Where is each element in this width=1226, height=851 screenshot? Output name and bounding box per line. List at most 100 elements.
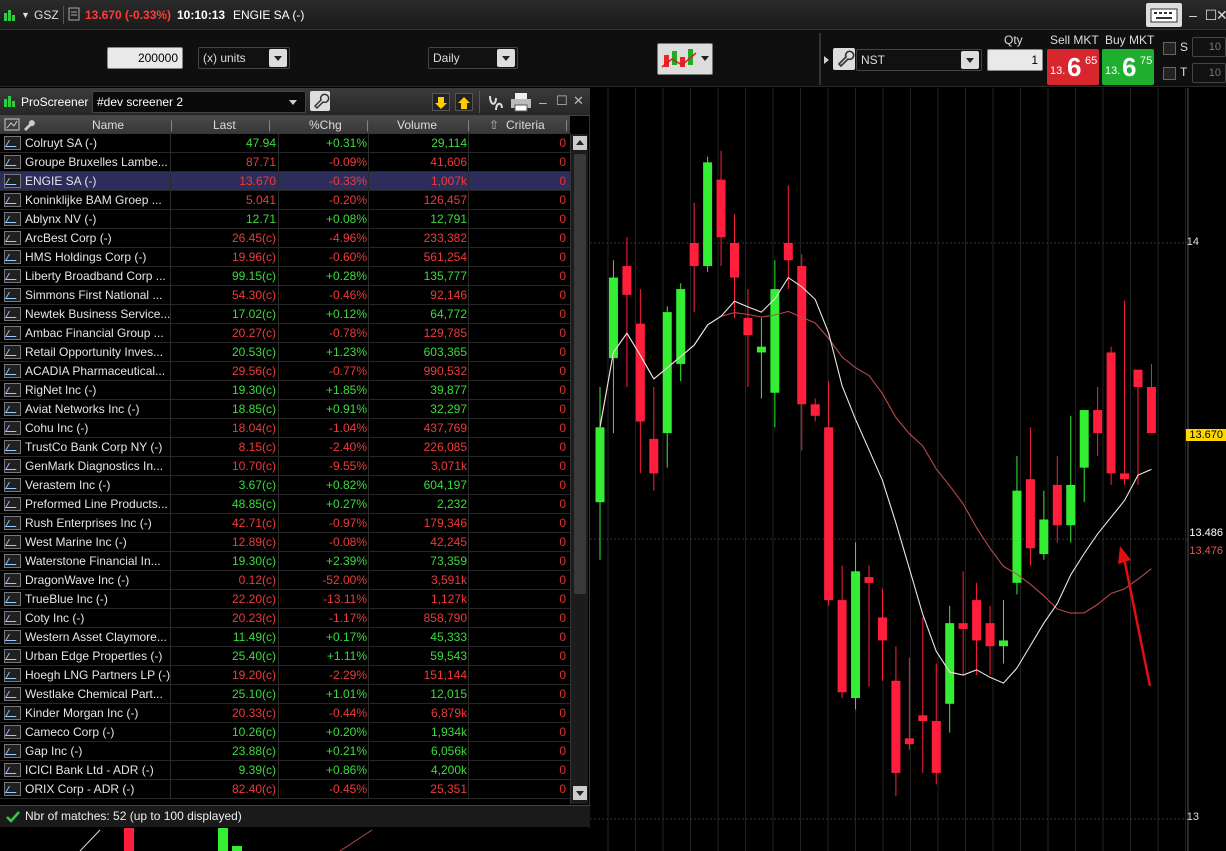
chevron-down-icon[interactable] <box>701 56 709 61</box>
chart-icon[interactable] <box>4 554 21 568</box>
symbol-label[interactable]: GSZ <box>34 8 59 22</box>
chart-icon[interactable] <box>4 630 21 644</box>
table-row[interactable]: RigNet Inc (-) 19.30(c) +1.85% 39,877 0 <box>0 381 570 400</box>
chart-icon[interactable] <box>4 307 21 321</box>
chart-icon[interactable] <box>4 193 21 207</box>
wrench-icon[interactable] <box>310 91 330 111</box>
printer-icon[interactable] <box>510 92 532 112</box>
screener-select[interactable]: #dev screener 2 <box>92 91 306 113</box>
minimize-icon[interactable]: – <box>539 94 547 110</box>
keyboard-icon[interactable] <box>1146 3 1182 27</box>
scroll-thumb[interactable] <box>574 154 586 594</box>
chart-icon[interactable] <box>4 421 21 435</box>
table-row[interactable]: Western Asset Claymore... 11.49(c) +0.17% 4… <box>0 628 570 647</box>
chart-icon[interactable] <box>4 288 21 302</box>
target-input[interactable]: 10 <box>1192 63 1226 83</box>
chart-icon[interactable] <box>4 136 21 150</box>
units-select[interactable]: (x) units <box>198 47 290 69</box>
table-row[interactable]: Liberty Broadband Corp ... 99.15(c) +0.28%… <box>0 267 570 286</box>
table-row[interactable]: Simmons First National ... 54.30(c) -0.46%… <box>0 286 570 305</box>
chart-icon[interactable] <box>4 592 21 606</box>
buy-market-button[interactable]: 13. 6 75 <box>1102 49 1154 85</box>
chart-icon[interactable] <box>4 497 21 511</box>
column-name[interactable]: Name <box>92 118 124 132</box>
table-row[interactable]: Retail Opportunity Inves... 20.53(c) +1.23… <box>0 343 570 362</box>
close-icon[interactable]: ✕ <box>573 93 584 109</box>
period-select[interactable]: Daily <box>428 47 518 69</box>
minimize-icon[interactable]: – <box>1184 6 1202 24</box>
table-row[interactable]: Cameco Corp (-) 10.26(c) +0.20% 1,934k 0 <box>0 723 570 742</box>
chart-icon[interactable] <box>4 231 21 245</box>
table-row[interactable]: Cohu Inc (-) 18.04(c) -1.04% 437,769 0 <box>0 419 570 438</box>
chart-icon[interactable] <box>4 687 21 701</box>
table-row[interactable]: ICICI Bank Ltd - ADR (-) 9.39(c) +0.86% 4,2… <box>0 761 570 780</box>
table-row[interactable]: Colruyt SA (-) 47.94 +0.31% 29,114 0 <box>0 134 570 153</box>
column-last[interactable]: Last <box>213 118 236 132</box>
table-row[interactable]: West Marine Inc (-) 12.89(c) -0.08% 42,245 0 <box>0 533 570 552</box>
chart-icon[interactable] <box>4 763 21 777</box>
chart-icon[interactable] <box>4 174 21 188</box>
table-row[interactable]: Kinder Morgan Inc (-) 20.33(c) -0.44% 6,879… <box>0 704 570 723</box>
table-row[interactable]: Groupe Bruxelles Lambe... 87.71 -0.09% 41,6… <box>0 153 570 172</box>
stop-checkbox[interactable] <box>1163 42 1176 55</box>
table-row[interactable]: ORIX Corp - ADR (-) 82.40(c) -0.45% 25,351 0 <box>0 780 570 799</box>
chart-icon[interactable] <box>4 440 21 454</box>
chart-icon[interactable] <box>4 649 21 663</box>
chart-icon[interactable] <box>4 725 21 739</box>
table-row[interactable]: Rush Enterprises Inc (-) 42.71(c) -0.97% 17… <box>0 514 570 533</box>
chart-icon[interactable] <box>4 611 21 625</box>
table-row[interactable]: HMS Holdings Corp (-) 19.96(c) -0.60% 561,2… <box>0 248 570 267</box>
scroll-up-icon[interactable] <box>573 136 587 150</box>
scroll-down-icon[interactable] <box>573 786 587 800</box>
candlestick-chart[interactable] <box>590 88 1226 851</box>
table-row[interactable]: Waterstone Financial In... 19.30(c) +2.39%… <box>0 552 570 571</box>
chart-icon[interactable] <box>4 250 21 264</box>
sell-market-button[interactable]: 13. 6 65 <box>1047 49 1099 85</box>
chart-icon[interactable] <box>4 383 21 397</box>
table-row[interactable]: TrueBlue Inc (-) 22.20(c) -13.11% 1,127k 0 <box>0 590 570 609</box>
column-volume[interactable]: Volume <box>397 118 437 132</box>
sort-up-icon[interactable] <box>455 93 473 111</box>
close-icon[interactable]: ✕ <box>1216 6 1226 24</box>
chart-icon[interactable] <box>4 706 21 720</box>
table-row[interactable]: DragonWave Inc (-) 0.12(c) -52.00% 3,591k 0 <box>0 571 570 590</box>
sort-down-icon[interactable] <box>432 93 450 111</box>
collapse-panel-icon[interactable] <box>824 56 829 64</box>
table-row[interactable]: Hoegh LNG Partners LP (-) 19.20(c) -2.29% 1… <box>0 666 570 685</box>
table-row[interactable]: Ambac Financial Group ... 20.27(c) -0.78% 1… <box>0 324 570 343</box>
order-type-select[interactable]: NST <box>856 49 982 71</box>
table-row[interactable]: Koninklijke BAM Groep ... 5.041 -0.20% 126,… <box>0 191 570 210</box>
table-row[interactable]: Westlake Chemical Part... 25.10(c) +1.01% 1… <box>0 685 570 704</box>
link-icon[interactable] <box>68 7 80 21</box>
table-row[interactable]: Urban Edge Properties (-) 25.40(c) +1.11% 5… <box>0 647 570 666</box>
price-chart[interactable]: 14 13 13.670 13.486 13.476 <box>590 88 1226 851</box>
chart-icon[interactable] <box>4 326 21 340</box>
chart-icon[interactable] <box>4 364 21 378</box>
table-row[interactable]: GenMark Diagnostics In... 10.70(c) -9.55% 3… <box>0 457 570 476</box>
target-checkbox[interactable] <box>1163 67 1176 80</box>
wrench-icon[interactable] <box>833 48 855 70</box>
column-criteria[interactable]: Criteria <box>506 118 545 132</box>
table-row[interactable]: Gap Inc (-) 23.88(c) +0.21% 6,056k 0 <box>0 742 570 761</box>
table-row[interactable]: Preformed Line Products... 48.85(c) +0.27%… <box>0 495 570 514</box>
chart-icon[interactable] <box>4 668 21 682</box>
chain-link-icon[interactable] <box>486 92 506 112</box>
chart-icon[interactable] <box>4 212 21 226</box>
chart-style-button[interactable] <box>657 43 713 75</box>
chart-icon[interactable] <box>4 269 21 283</box>
table-row[interactable]: Coty Inc (-) 20.23(c) -1.17% 858,790 0 <box>0 609 570 628</box>
chart-icon[interactable] <box>4 345 21 359</box>
chart-icon[interactable] <box>4 782 21 796</box>
quantity-input[interactable]: 200000 <box>107 47 183 69</box>
qty-input[interactable]: 1 <box>987 49 1043 71</box>
table-row[interactable]: ENGIE SA (-) 13.670 -0.33% 1,007k 0 <box>0 172 570 191</box>
maximize-icon[interactable]: ☐ <box>556 93 568 109</box>
table-row[interactable]: Ablynx NV (-) 12.71 +0.08% 12,791 0 <box>0 210 570 229</box>
screener-scrollbar[interactable] <box>570 134 588 804</box>
table-row[interactable]: Aviat Networks Inc (-) 18.85(c) +0.91% 32,2… <box>0 400 570 419</box>
table-row[interactable]: ACADIA Pharmaceutical... 29.56(c) -0.77% 99… <box>0 362 570 381</box>
chart-icon[interactable] <box>4 402 21 416</box>
stop-input[interactable]: 10 <box>1192 37 1226 57</box>
table-row[interactable]: ArcBest Corp (-) 26.45(c) -4.96% 233,382 0 <box>0 229 570 248</box>
chart-icon[interactable] <box>4 459 21 473</box>
